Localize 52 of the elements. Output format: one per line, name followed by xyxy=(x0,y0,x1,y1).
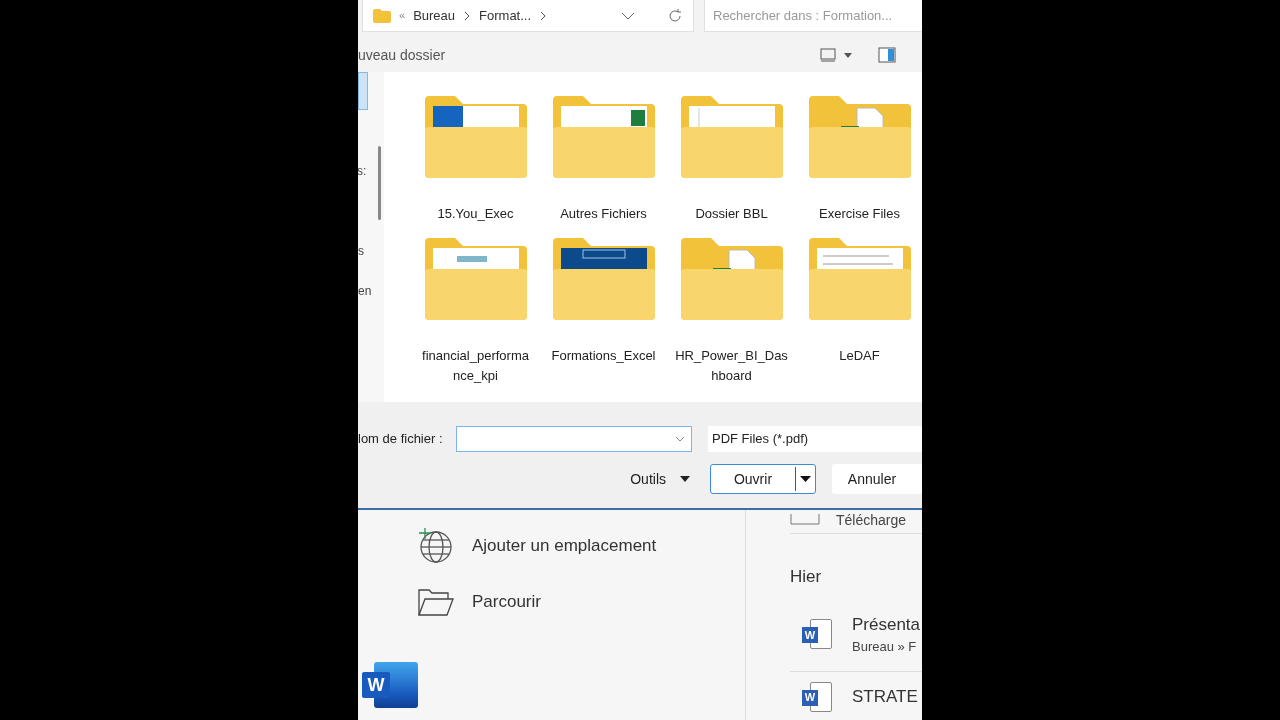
preview-pane-icon[interactable] xyxy=(878,47,896,63)
recent-item-title[interactable]: Télécharge xyxy=(836,510,907,531)
caret-icon xyxy=(800,476,811,482)
folder-icon xyxy=(808,96,911,178)
folder-icon xyxy=(552,238,655,320)
new-folder-button[interactable]: uveau dossier xyxy=(358,44,446,66)
breadcrumb-item[interactable]: Bureau xyxy=(413,5,456,26)
folder-name[interactable]: Dossier BBL xyxy=(674,204,789,224)
folder-icon xyxy=(680,96,783,178)
folder-name[interactable]: HR_Power_BI_Dashboard xyxy=(674,346,789,386)
recent-item-title[interactable]: STRATE xyxy=(852,683,918,710)
globe-icon xyxy=(418,528,454,564)
group-heading: Hier xyxy=(790,566,823,588)
refresh-icon[interactable] xyxy=(667,7,683,24)
document-icon xyxy=(790,513,820,528)
nav-item-text[interactable]: s: xyxy=(358,162,384,180)
filename-field[interactable] xyxy=(456,426,692,452)
folder-icon xyxy=(373,8,391,23)
recent-item-path: Bureau » F xyxy=(852,638,918,656)
place-item[interactable]: Parcourir xyxy=(418,574,745,630)
breadcrumb-item[interactable]: Format... xyxy=(479,5,532,26)
folder-icon xyxy=(680,238,783,320)
caret-icon[interactable] xyxy=(844,52,852,58)
nav-item-text[interactable]: en xyxy=(358,282,384,300)
recent-item-title[interactable]: Présenta xyxy=(852,611,921,637)
caret-icon xyxy=(680,476,690,482)
folder-icon xyxy=(552,96,655,178)
folder-name[interactable]: Formations_Excel xyxy=(546,346,661,366)
folder-icon xyxy=(424,238,527,320)
tools-button[interactable]: Outils xyxy=(626,468,694,490)
open-button[interactable]: Ouvrir xyxy=(710,464,816,494)
folder-icon xyxy=(424,96,527,178)
folder-name[interactable]: 15.You_Exec xyxy=(418,204,533,224)
folder-name[interactable]: financial_performance_kpi xyxy=(418,346,533,386)
folder-name[interactable]: Autres Fichiers xyxy=(546,204,661,224)
folder-name[interactable]: LeDAF xyxy=(802,346,917,366)
nav-item-text[interactable]: s xyxy=(358,242,384,260)
chevron-down-icon[interactable] xyxy=(621,11,635,20)
breadcrumb-prefix: « xyxy=(399,8,406,24)
view-icon[interactable] xyxy=(820,48,836,62)
chevron-down-icon[interactable] xyxy=(675,436,685,442)
cancel-button[interactable]: Annuler xyxy=(832,464,922,494)
place-item[interactable]: Ajouter un emplacement xyxy=(418,518,745,574)
chevron-right-icon xyxy=(463,10,472,21)
scrollbar-thumb[interactable] xyxy=(378,146,381,220)
filename-label: lom de fichier : xyxy=(358,430,444,449)
folder-outline-icon xyxy=(418,588,454,616)
file-type-dropdown[interactable]: PDF Files (*.pdf) xyxy=(708,426,922,452)
folder-name[interactable]: Exercise Files xyxy=(802,204,917,224)
chevron-right-icon xyxy=(539,10,548,21)
folder-icon xyxy=(808,238,911,320)
address-bar[interactable]: « Bureau Format... xyxy=(362,0,694,32)
